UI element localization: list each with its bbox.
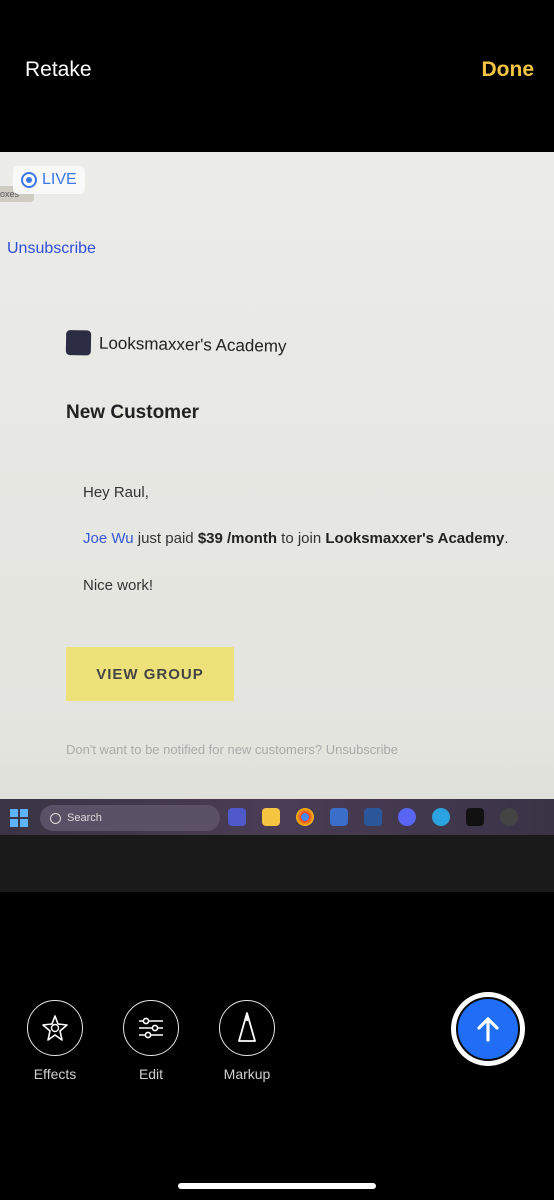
markup-label: Markup [223, 1066, 271, 1082]
effects-button[interactable] [27, 1000, 83, 1056]
brand-name: Looksmaxxer's Academy [98, 333, 287, 356]
taskbar-search-label: Search [67, 812, 102, 824]
file-explorer-icon [262, 808, 280, 826]
email-payment-line: Joe Wu just paid $39 /month to join Look… [83, 530, 509, 547]
text-paid: just paid [133, 530, 198, 547]
period: . [504, 530, 509, 547]
effects-label: Effects [33, 1066, 77, 1082]
effects-icon [42, 1015, 68, 1041]
camera-top-bar: Retake Done [0, 0, 554, 150]
capcut-icon [466, 808, 484, 826]
sliders-icon [139, 1017, 163, 1039]
laptop-bezel [0, 835, 554, 892]
taskbar-search: Search [40, 805, 220, 831]
email-closing: Nice work! [83, 577, 154, 594]
email-brand: Looksmaxxer's Academy [65, 330, 287, 359]
chrome-icon [296, 808, 314, 826]
done-button[interactable]: Done [482, 58, 535, 82]
arrow-up-icon [477, 1017, 499, 1042]
customer-name: Joe Wu [83, 530, 134, 547]
send-circle [456, 997, 520, 1061]
live-label: LIVE [42, 171, 77, 188]
email-footer-note: Don't want to be notified for new custom… [66, 742, 398, 757]
word-icon [364, 808, 382, 826]
windows-start-icon [10, 809, 28, 827]
email-heading: New Customer [66, 402, 200, 423]
payment-amount: $39 /month [197, 530, 277, 547]
text-join: to join [277, 530, 326, 547]
group-name: Looksmaxxer's Academy [325, 530, 505, 547]
app-icon [330, 808, 348, 826]
retake-button[interactable]: Retake [25, 58, 92, 82]
search-icon [50, 812, 61, 824]
markup-pen-icon [238, 1012, 256, 1042]
markup-button[interactable] [219, 1000, 275, 1056]
send-button[interactable] [451, 992, 525, 1066]
edit-button[interactable] [123, 1000, 179, 1056]
teams-icon [228, 808, 246, 826]
email-greeting: Hey Raul, [83, 484, 149, 501]
edit-label: Edit [138, 1066, 164, 1082]
view-group-button: VIEW GROUP [66, 647, 234, 701]
live-photo-badge[interactable]: LIVE [13, 166, 85, 194]
home-indicator[interactable] [178, 1183, 376, 1189]
brand-logo-icon [65, 330, 92, 356]
captured-photo: oxes LIVE Unsubscribe Looksmaxxer's Acad… [0, 152, 554, 892]
obs-icon [500, 808, 518, 826]
live-icon [21, 172, 37, 188]
unsubscribe-link-top: Unsubscribe [7, 240, 96, 257]
discord-icon [398, 808, 416, 826]
telegram-icon [432, 808, 450, 826]
windows-taskbar: Search [0, 799, 554, 835]
